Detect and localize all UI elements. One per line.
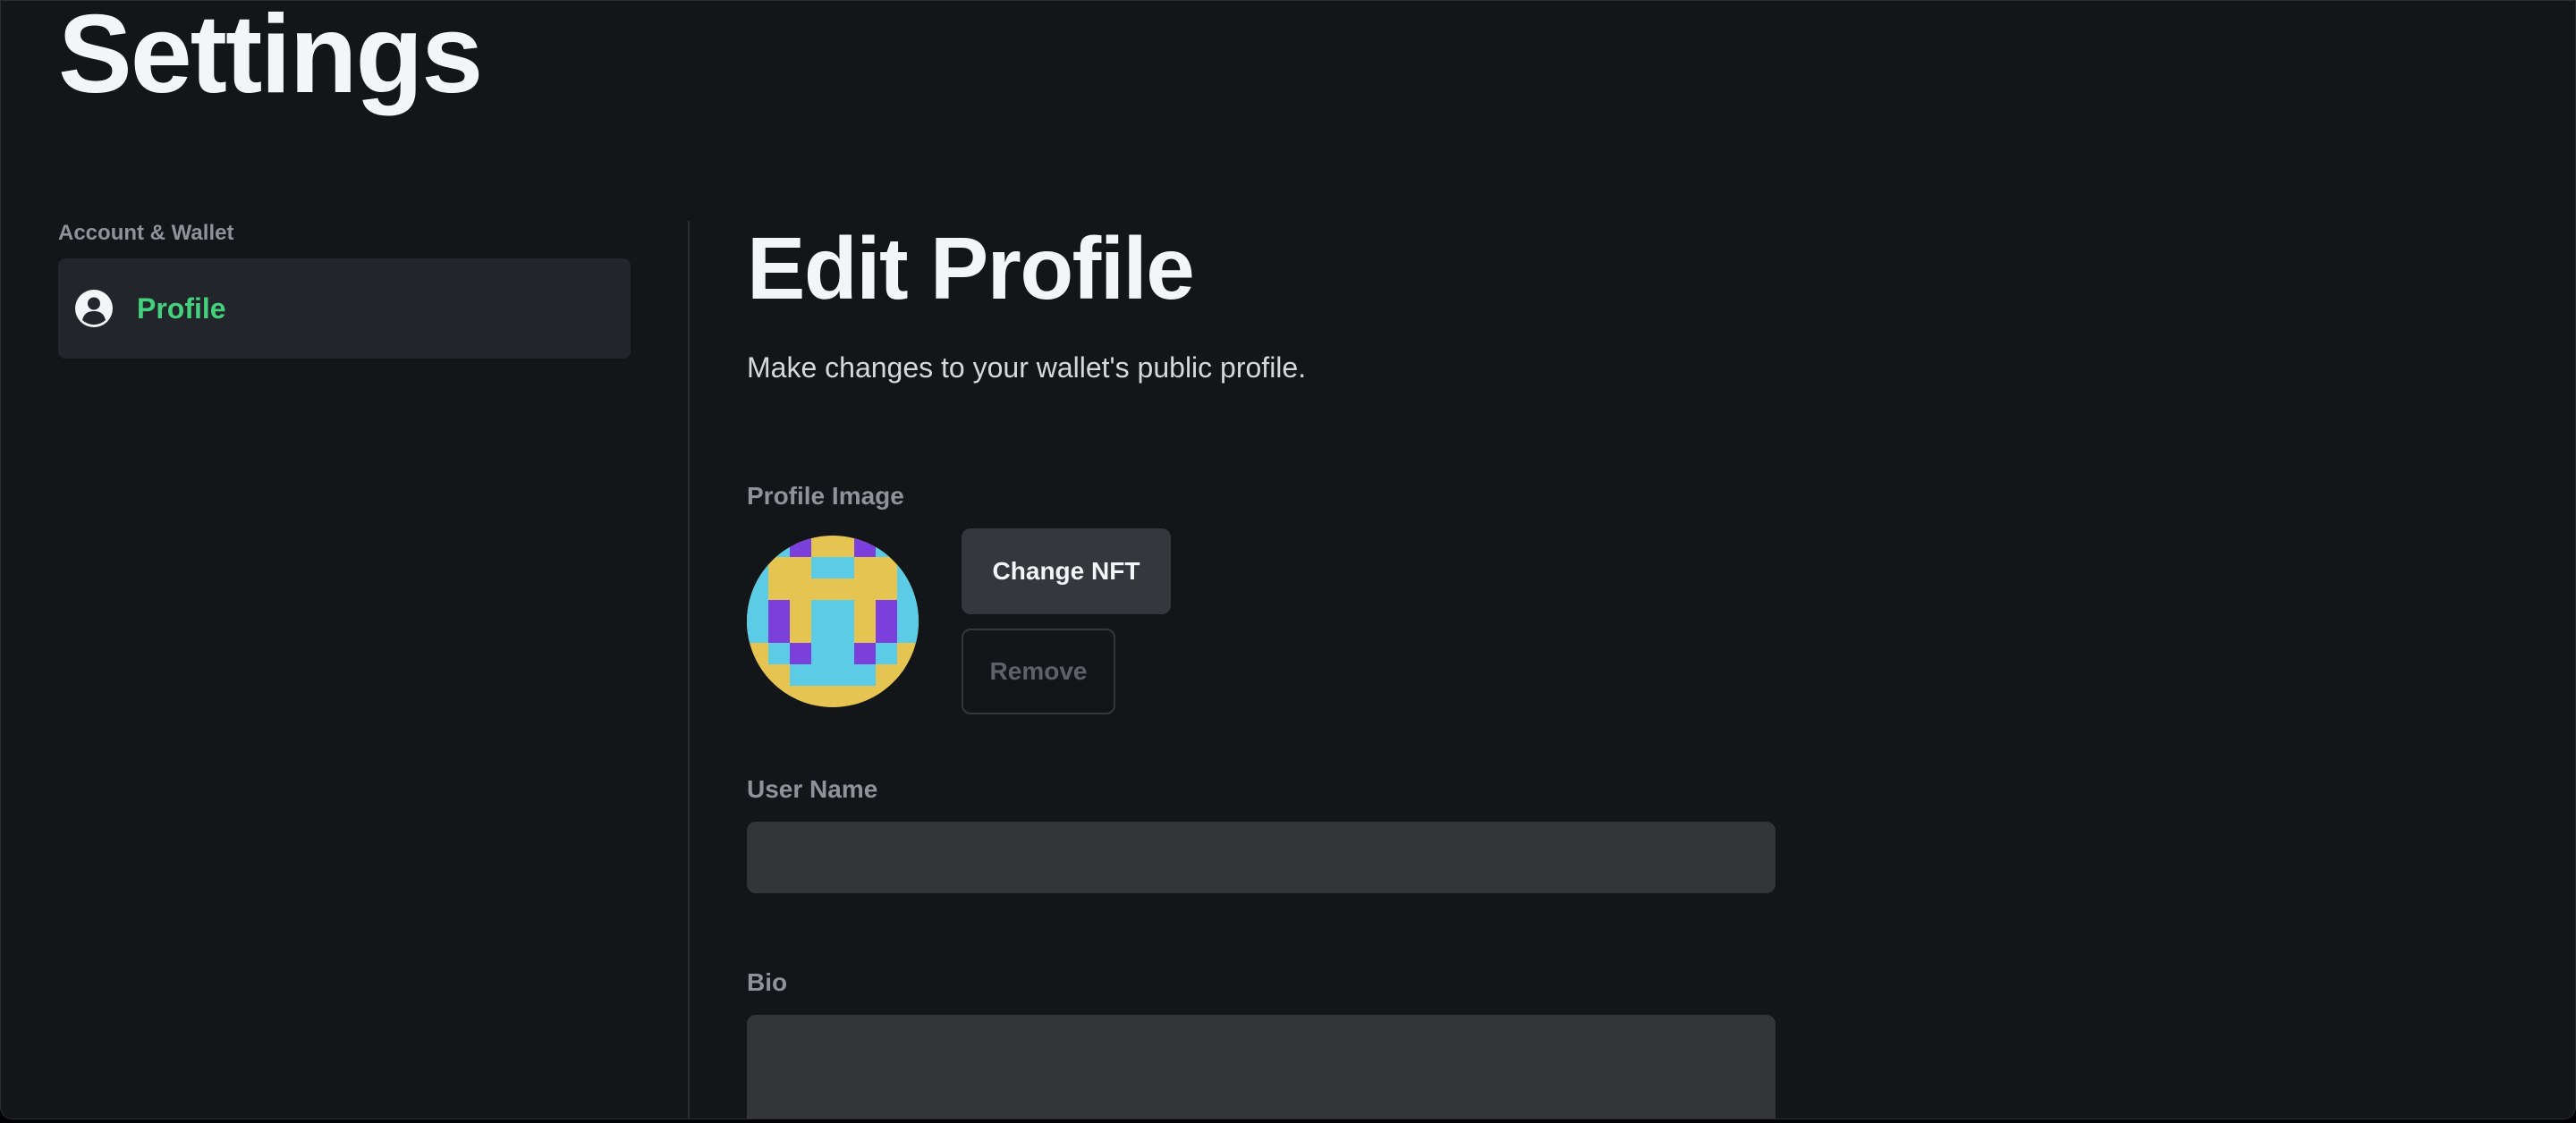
- remove-button[interactable]: Remove: [962, 629, 1115, 714]
- sidebar-item-profile[interactable]: Profile: [58, 258, 631, 359]
- profile-image-label: Profile Image: [747, 482, 904, 510]
- user-name-input[interactable]: [747, 822, 1775, 893]
- bio-label: Bio: [747, 968, 788, 996]
- avatar: [747, 536, 919, 707]
- main-subtitle: Make changes to your wallet's public pro…: [747, 350, 1307, 384]
- settings-window: Settings Account & Wallet Profile Edit P…: [0, 0, 2576, 1119]
- change-nft-button[interactable]: Change NFT: [962, 528, 1171, 614]
- nft-pixel-art: [747, 536, 919, 707]
- sidebar-item-label: Profile: [137, 291, 226, 325]
- user-circle-icon: [74, 289, 114, 328]
- sidebar-divider: [688, 221, 690, 1119]
- page-title: Settings: [58, 0, 483, 116]
- bio-input[interactable]: [747, 1015, 1775, 1119]
- user-name-label: User Name: [747, 775, 878, 803]
- sidebar-section-label: Account & Wallet: [58, 221, 234, 245]
- main-heading: Edit Profile: [747, 219, 1195, 317]
- settings-sidebar: Account & Wallet Profile: [58, 221, 631, 359]
- edit-profile-panel: Edit Profile Make changes to your wallet…: [747, 219, 1775, 1119]
